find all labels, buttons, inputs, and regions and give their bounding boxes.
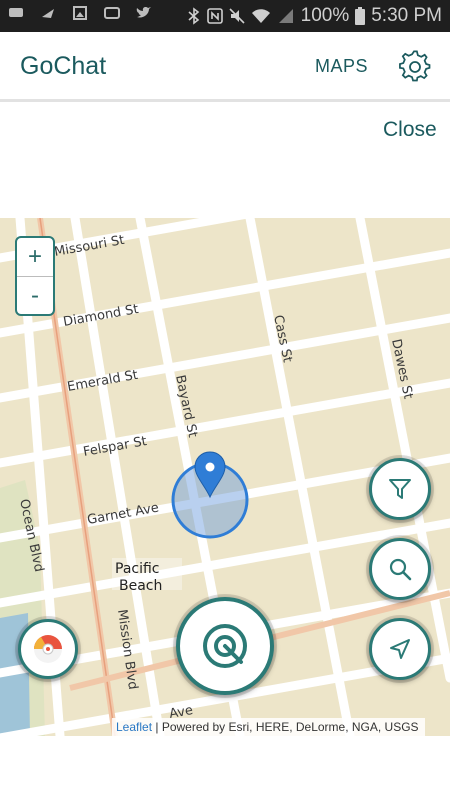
bottom-blank-area	[0, 736, 450, 800]
battery-percent: 100%	[300, 5, 350, 26]
app-bar: GoChat MAPS	[0, 32, 450, 102]
mute-icon	[229, 8, 245, 24]
radar-scan-button[interactable]	[176, 597, 274, 695]
chat-notification-icon	[9, 8, 23, 17]
airplane-notification-icon	[42, 9, 54, 18]
twitter-notification-icon	[136, 7, 151, 18]
attribution-text: | Powered by Esri, HERE, DeLorme, NGA, U…	[152, 720, 419, 734]
avatar-icon	[34, 635, 62, 663]
battery-icon	[355, 7, 366, 25]
search-button[interactable]	[369, 538, 431, 600]
image-notification-icon	[73, 6, 87, 20]
maps-button[interactable]: MAPS	[315, 56, 368, 77]
avatar-button[interactable]	[18, 619, 78, 679]
place-label-pacific: Pacific	[115, 561, 160, 577]
my-location-button[interactable]	[369, 618, 431, 680]
close-button[interactable]: Close	[383, 118, 437, 142]
zoom-out-button[interactable]: -	[17, 276, 53, 315]
zoom-in-button[interactable]: +	[17, 238, 53, 276]
clock: 5:30 PM	[371, 5, 442, 26]
map-attribution: Leaflet | Powered by Esri, HERE, DeLorme…	[112, 718, 425, 736]
wifi-icon	[251, 9, 270, 23]
gallery-notification-icon	[104, 7, 120, 19]
navigation-arrow-icon	[390, 639, 410, 659]
radar-icon	[203, 624, 247, 668]
search-icon	[389, 558, 412, 581]
place-label-beach: Beach	[119, 578, 162, 594]
app-title: GoChat	[20, 52, 107, 80]
filter-button[interactable]	[369, 458, 431, 520]
zoom-control: + -	[15, 236, 55, 316]
signal-icon	[278, 9, 293, 23]
gear-icon[interactable]	[398, 50, 432, 84]
filter-icon	[389, 479, 411, 499]
status-bar: 100% 5:30 PM	[0, 0, 450, 32]
leaflet-link[interactable]: Leaflet	[116, 720, 152, 734]
nfc-icon	[206, 8, 223, 24]
bluetooth-icon	[188, 7, 199, 25]
